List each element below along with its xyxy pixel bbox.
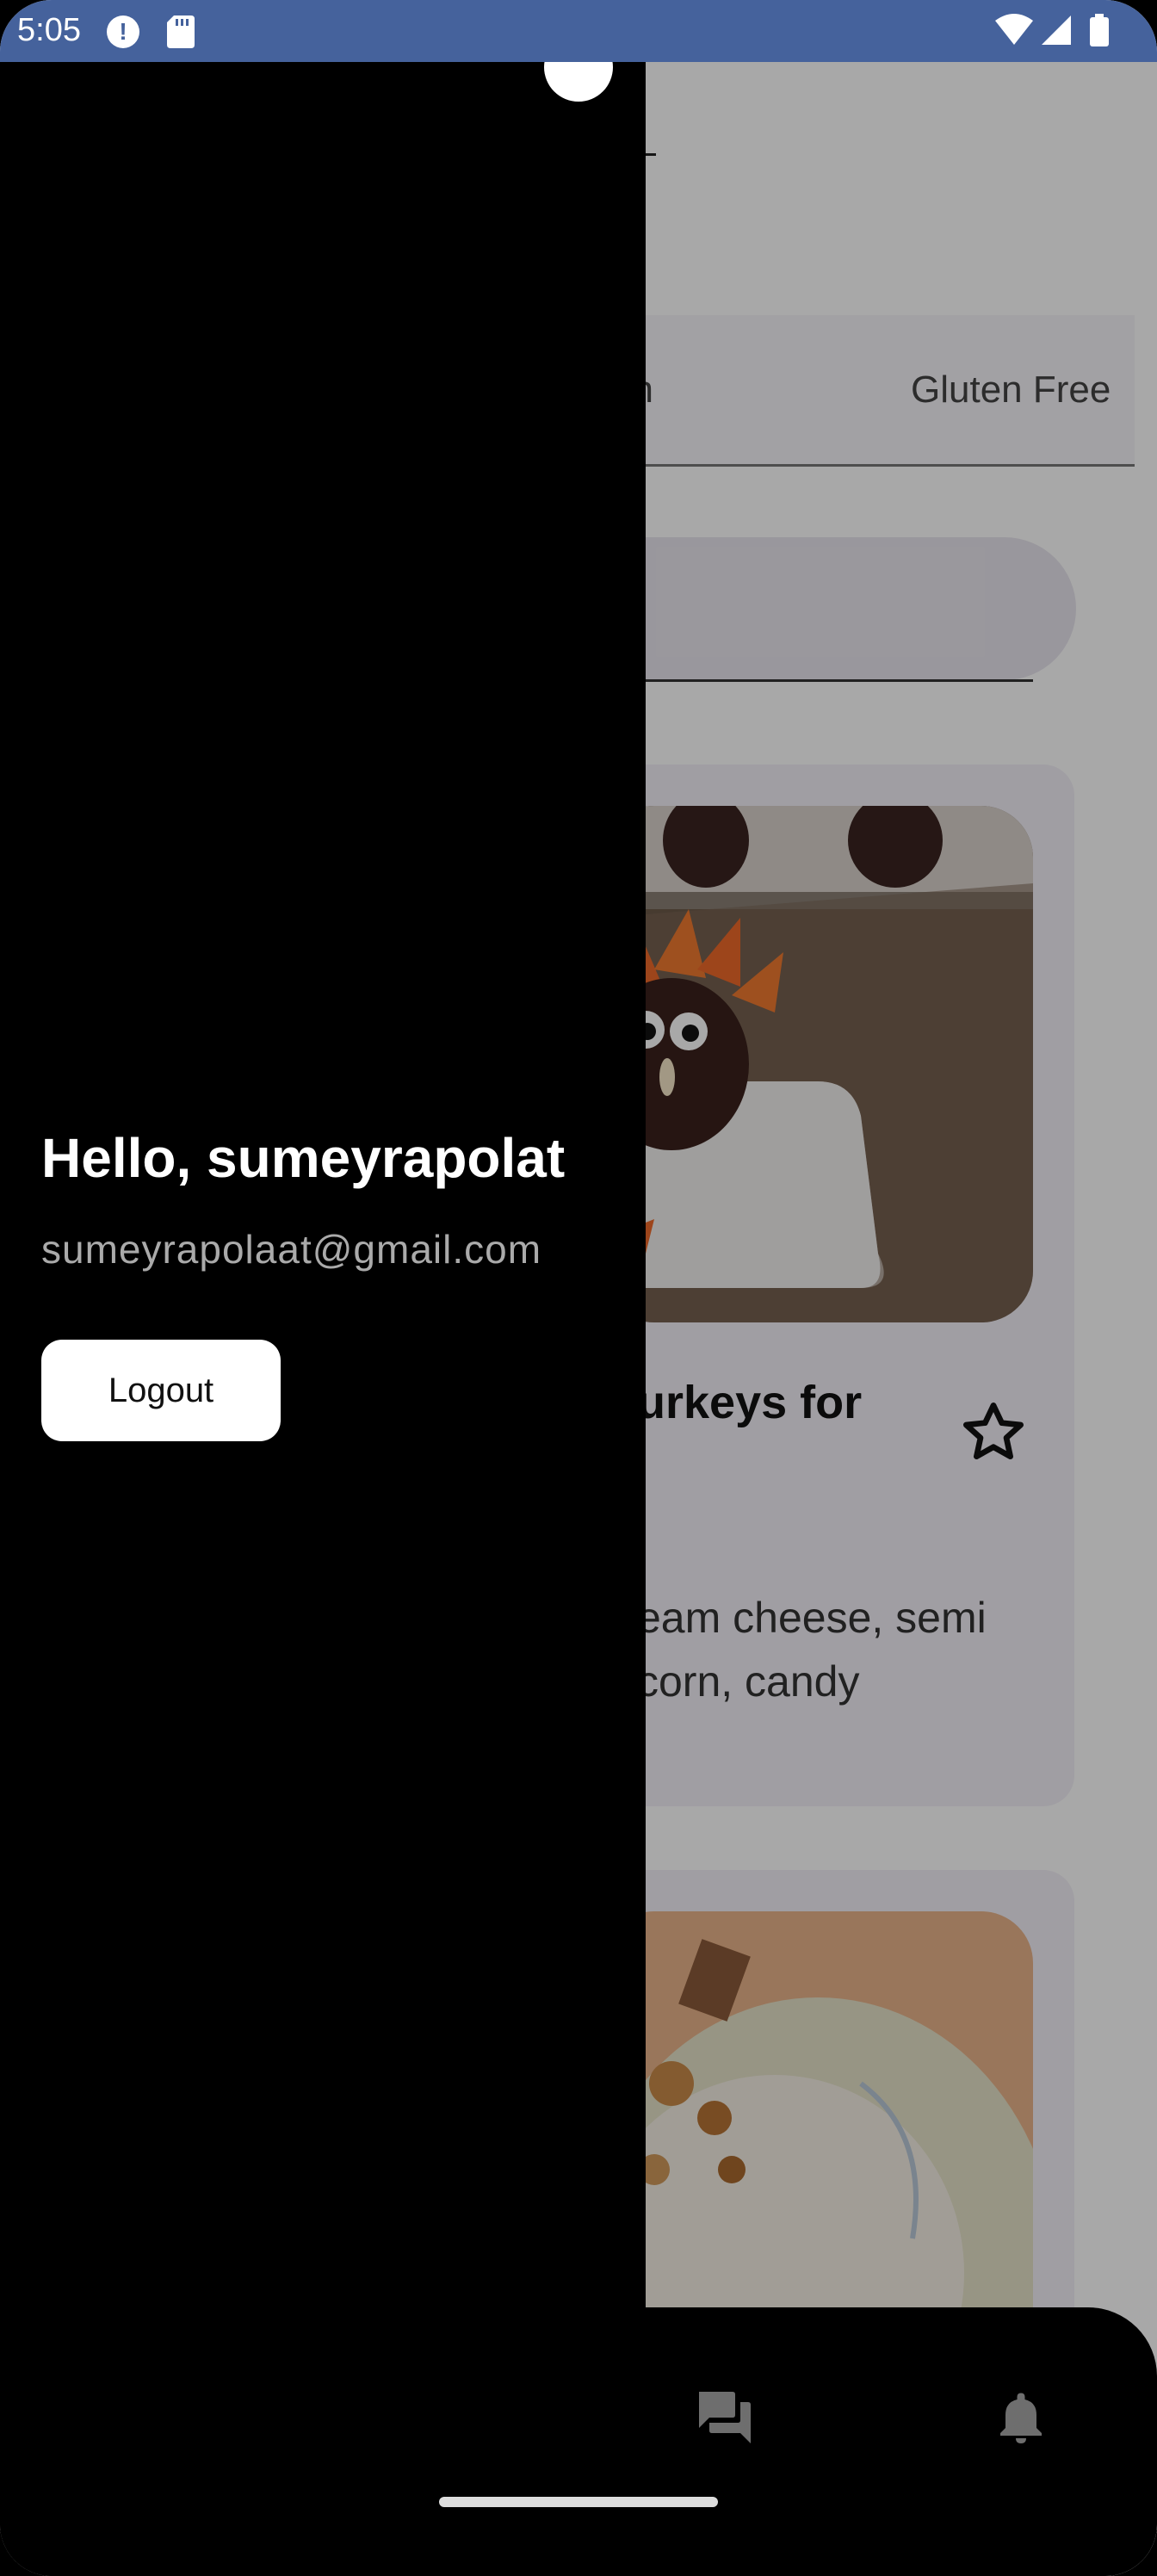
logout-button[interactable]: Logout: [41, 1340, 281, 1441]
drawer-email: sumeyrapolaat@gmail.com: [41, 1227, 542, 1272]
chat-icon[interactable]: [694, 2387, 756, 2449]
signal-icon: [1042, 15, 1071, 45]
drawer-greeting: Hello, sumeyrapolat: [41, 1127, 566, 1189]
status-right-icons: [993, 12, 1123, 50]
sd-card-icon: [167, 15, 195, 48]
bottom-navigation: [0, 2307, 1157, 2576]
status-time: 5:05: [17, 12, 81, 48]
status-bar: 5:05 !: [0, 0, 1157, 62]
navigation-drawer: Hello, sumeyrapolat sumeyrapolaat@gmail.…: [0, 62, 646, 2576]
alert-icon: !: [107, 15, 139, 48]
bell-icon[interactable]: [990, 2387, 1052, 2449]
battery-icon: [1090, 14, 1109, 46]
gesture-home-bar[interactable]: [439, 2497, 718, 2507]
app-screen: 5:05 ! ge: [0, 0, 1157, 2576]
wifi-icon: [995, 14, 1033, 45]
